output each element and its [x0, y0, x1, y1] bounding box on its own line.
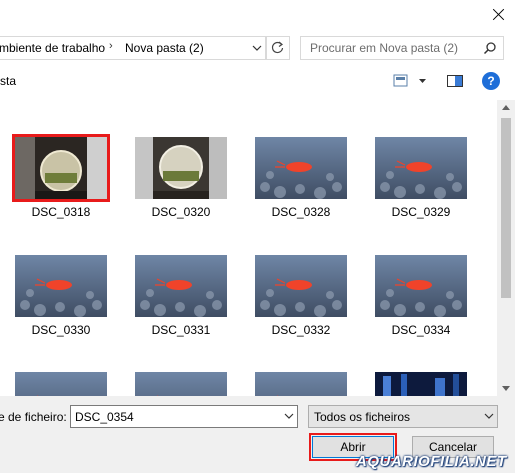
scrollbar-thumb[interactable] [501, 118, 511, 298]
filename-value: DSC_0354 [75, 410, 134, 424]
refresh-icon [271, 41, 284, 54]
breadcrumb-separator: › [109, 40, 113, 52]
file-grid: DSC_0318 DSC_0320 DSC_0328 DSC_0329 DSC_0330… [0, 100, 497, 396]
search-icon[interactable] [483, 41, 497, 55]
refresh-button[interactable] [266, 36, 290, 60]
organize-menu[interactable]: sta [0, 74, 16, 88]
address-dropdown-chevron-icon[interactable] [250, 40, 264, 56]
close-icon[interactable] [488, 4, 510, 26]
file-thumbnail[interactable] [135, 255, 227, 317]
file-item[interactable] [371, 372, 471, 396]
file-thumbnail[interactable] [15, 372, 107, 396]
file-item[interactable]: DSC_0331 [131, 255, 231, 337]
filename-label: e de ficheiro: [0, 410, 67, 424]
file-name: DSC_0328 [271, 205, 331, 219]
scroll-up-icon[interactable] [502, 105, 510, 110]
watermark: AQUARIOFILIA.NET [356, 453, 507, 470]
file-item[interactable] [11, 372, 111, 396]
view-icon [393, 74, 426, 87]
file-thumbnail[interactable] [375, 255, 467, 317]
file-thumbnail[interactable] [255, 137, 347, 199]
file-item[interactable]: DSC_0332 [251, 255, 351, 337]
file-name: DSC_0330 [31, 323, 91, 337]
breadcrumb-current-folder[interactable]: Nova pasta (2) [125, 41, 204, 55]
file-item[interactable]: DSC_0334 [371, 255, 471, 337]
file-item[interactable]: DSC_0318 [11, 134, 111, 219]
file-item[interactable]: DSC_0330 [11, 255, 111, 337]
file-name: DSC_0318 [31, 205, 91, 219]
file-thumbnail[interactable] [255, 372, 347, 396]
search-placeholder: Procurar em Nova pasta (2) [310, 41, 459, 55]
chevron-down-icon [484, 413, 494, 419]
preview-pane-button[interactable] [446, 72, 464, 90]
file-name: DSC_0334 [391, 323, 451, 337]
file-name: DSC_0329 [391, 205, 451, 219]
file-thumbnail[interactable] [135, 137, 227, 199]
file-thumbnail[interactable] [135, 372, 227, 396]
address-bar[interactable]: mbiente de trabalho › Nova pasta (2) [0, 36, 266, 60]
file-item[interactable] [251, 372, 351, 396]
file-type-value: Todos os ficheiros [314, 410, 411, 424]
file-name: DSC_0332 [271, 323, 331, 337]
file-thumbnail[interactable] [12, 134, 110, 202]
help-icon[interactable]: ? [482, 72, 500, 90]
file-thumbnail[interactable] [15, 255, 107, 317]
file-thumbnail[interactable] [375, 137, 467, 199]
search-box[interactable]: Procurar em Nova pasta (2) [300, 36, 504, 60]
file-thumbnail[interactable] [255, 255, 347, 317]
file-thumbnail[interactable] [375, 372, 467, 396]
filename-field[interactable]: DSC_0354 [70, 405, 298, 428]
scroll-down-icon[interactable] [502, 386, 510, 391]
file-item[interactable]: DSC_0328 [251, 137, 351, 219]
breadcrumb-desktop[interactable]: mbiente de trabalho [0, 41, 105, 55]
file-item[interactable]: DSC_0329 [371, 137, 471, 219]
file-name: DSC_0320 [151, 205, 211, 219]
file-name: DSC_0331 [151, 323, 211, 337]
chevron-down-icon[interactable] [284, 411, 294, 421]
file-item[interactable] [131, 372, 231, 396]
file-type-select[interactable]: Todos os ficheiros [308, 405, 498, 428]
file-item[interactable]: DSC_0320 [131, 137, 231, 219]
preview-pane-icon [447, 75, 463, 87]
vertical-scrollbar[interactable] [497, 100, 515, 396]
change-view-button[interactable] [392, 72, 430, 90]
